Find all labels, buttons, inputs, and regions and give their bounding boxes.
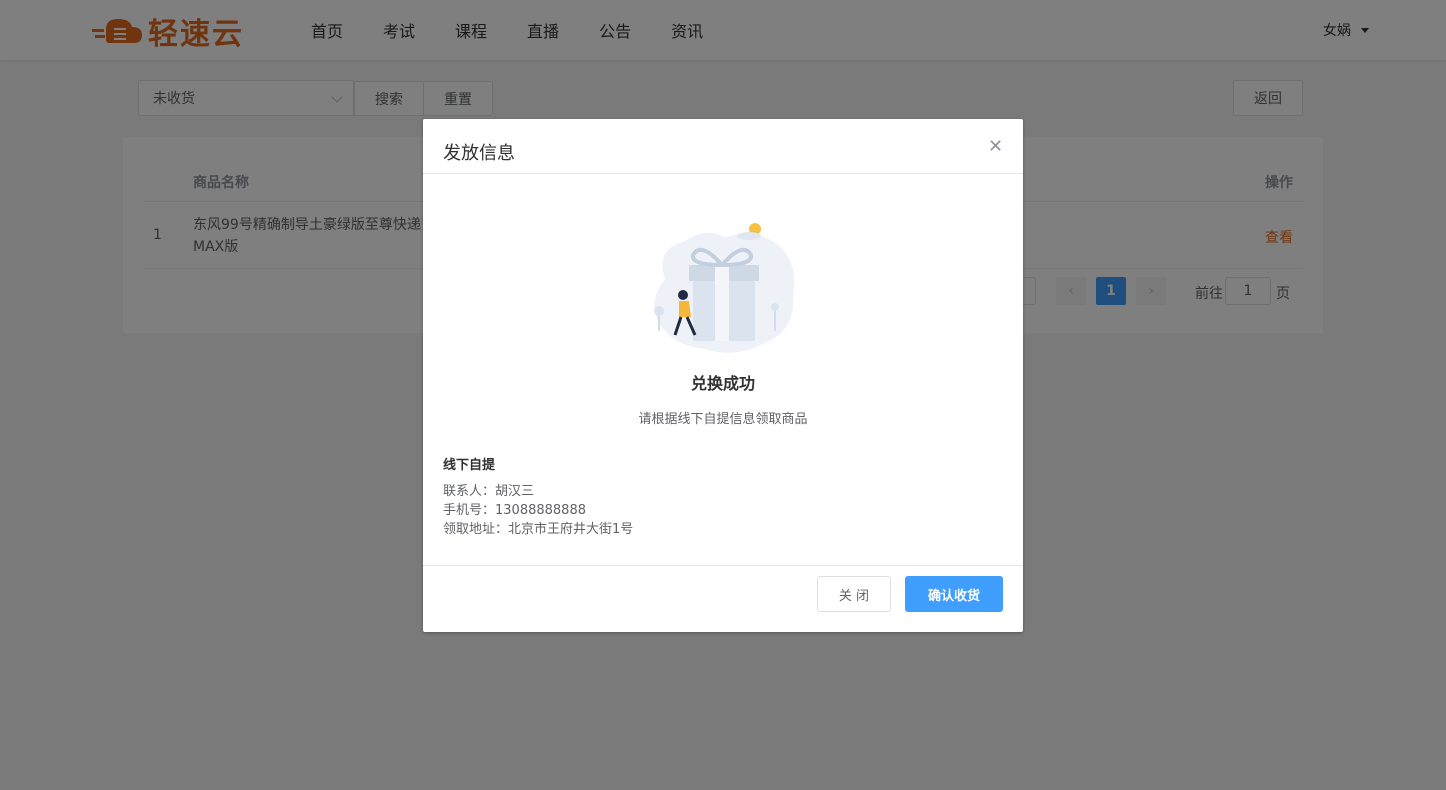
phone-line: 手机号：13088888888 [443, 503, 586, 518]
close-icon[interactable]: ✕ [988, 138, 1003, 156]
dialog-footer-divider [423, 565, 1023, 566]
success-title: 兑换成功 [690, 374, 755, 393]
dialog-title: 发放信息 [443, 143, 515, 164]
issue-info-dialog: 发放信息 ✕ 兑换成功 请根据线下自提信息领取商品 线下自提 联系人：胡汉三 手… [423, 119, 1023, 632]
gift-illustration [654, 223, 795, 353]
dialog-header-divider [423, 173, 1023, 174]
close-button[interactable]: 关 闭 [817, 576, 891, 612]
address-line: 领取地址：北京市王府井大街1号 [443, 522, 634, 537]
pickup-hint: 请根据线下自提信息领取商品 [638, 412, 808, 427]
pickup-section-title: 线下自提 [443, 458, 496, 473]
confirm-receipt-button[interactable]: 确认收货 [905, 576, 1003, 612]
contact-line: 联系人：胡汉三 [443, 484, 535, 499]
